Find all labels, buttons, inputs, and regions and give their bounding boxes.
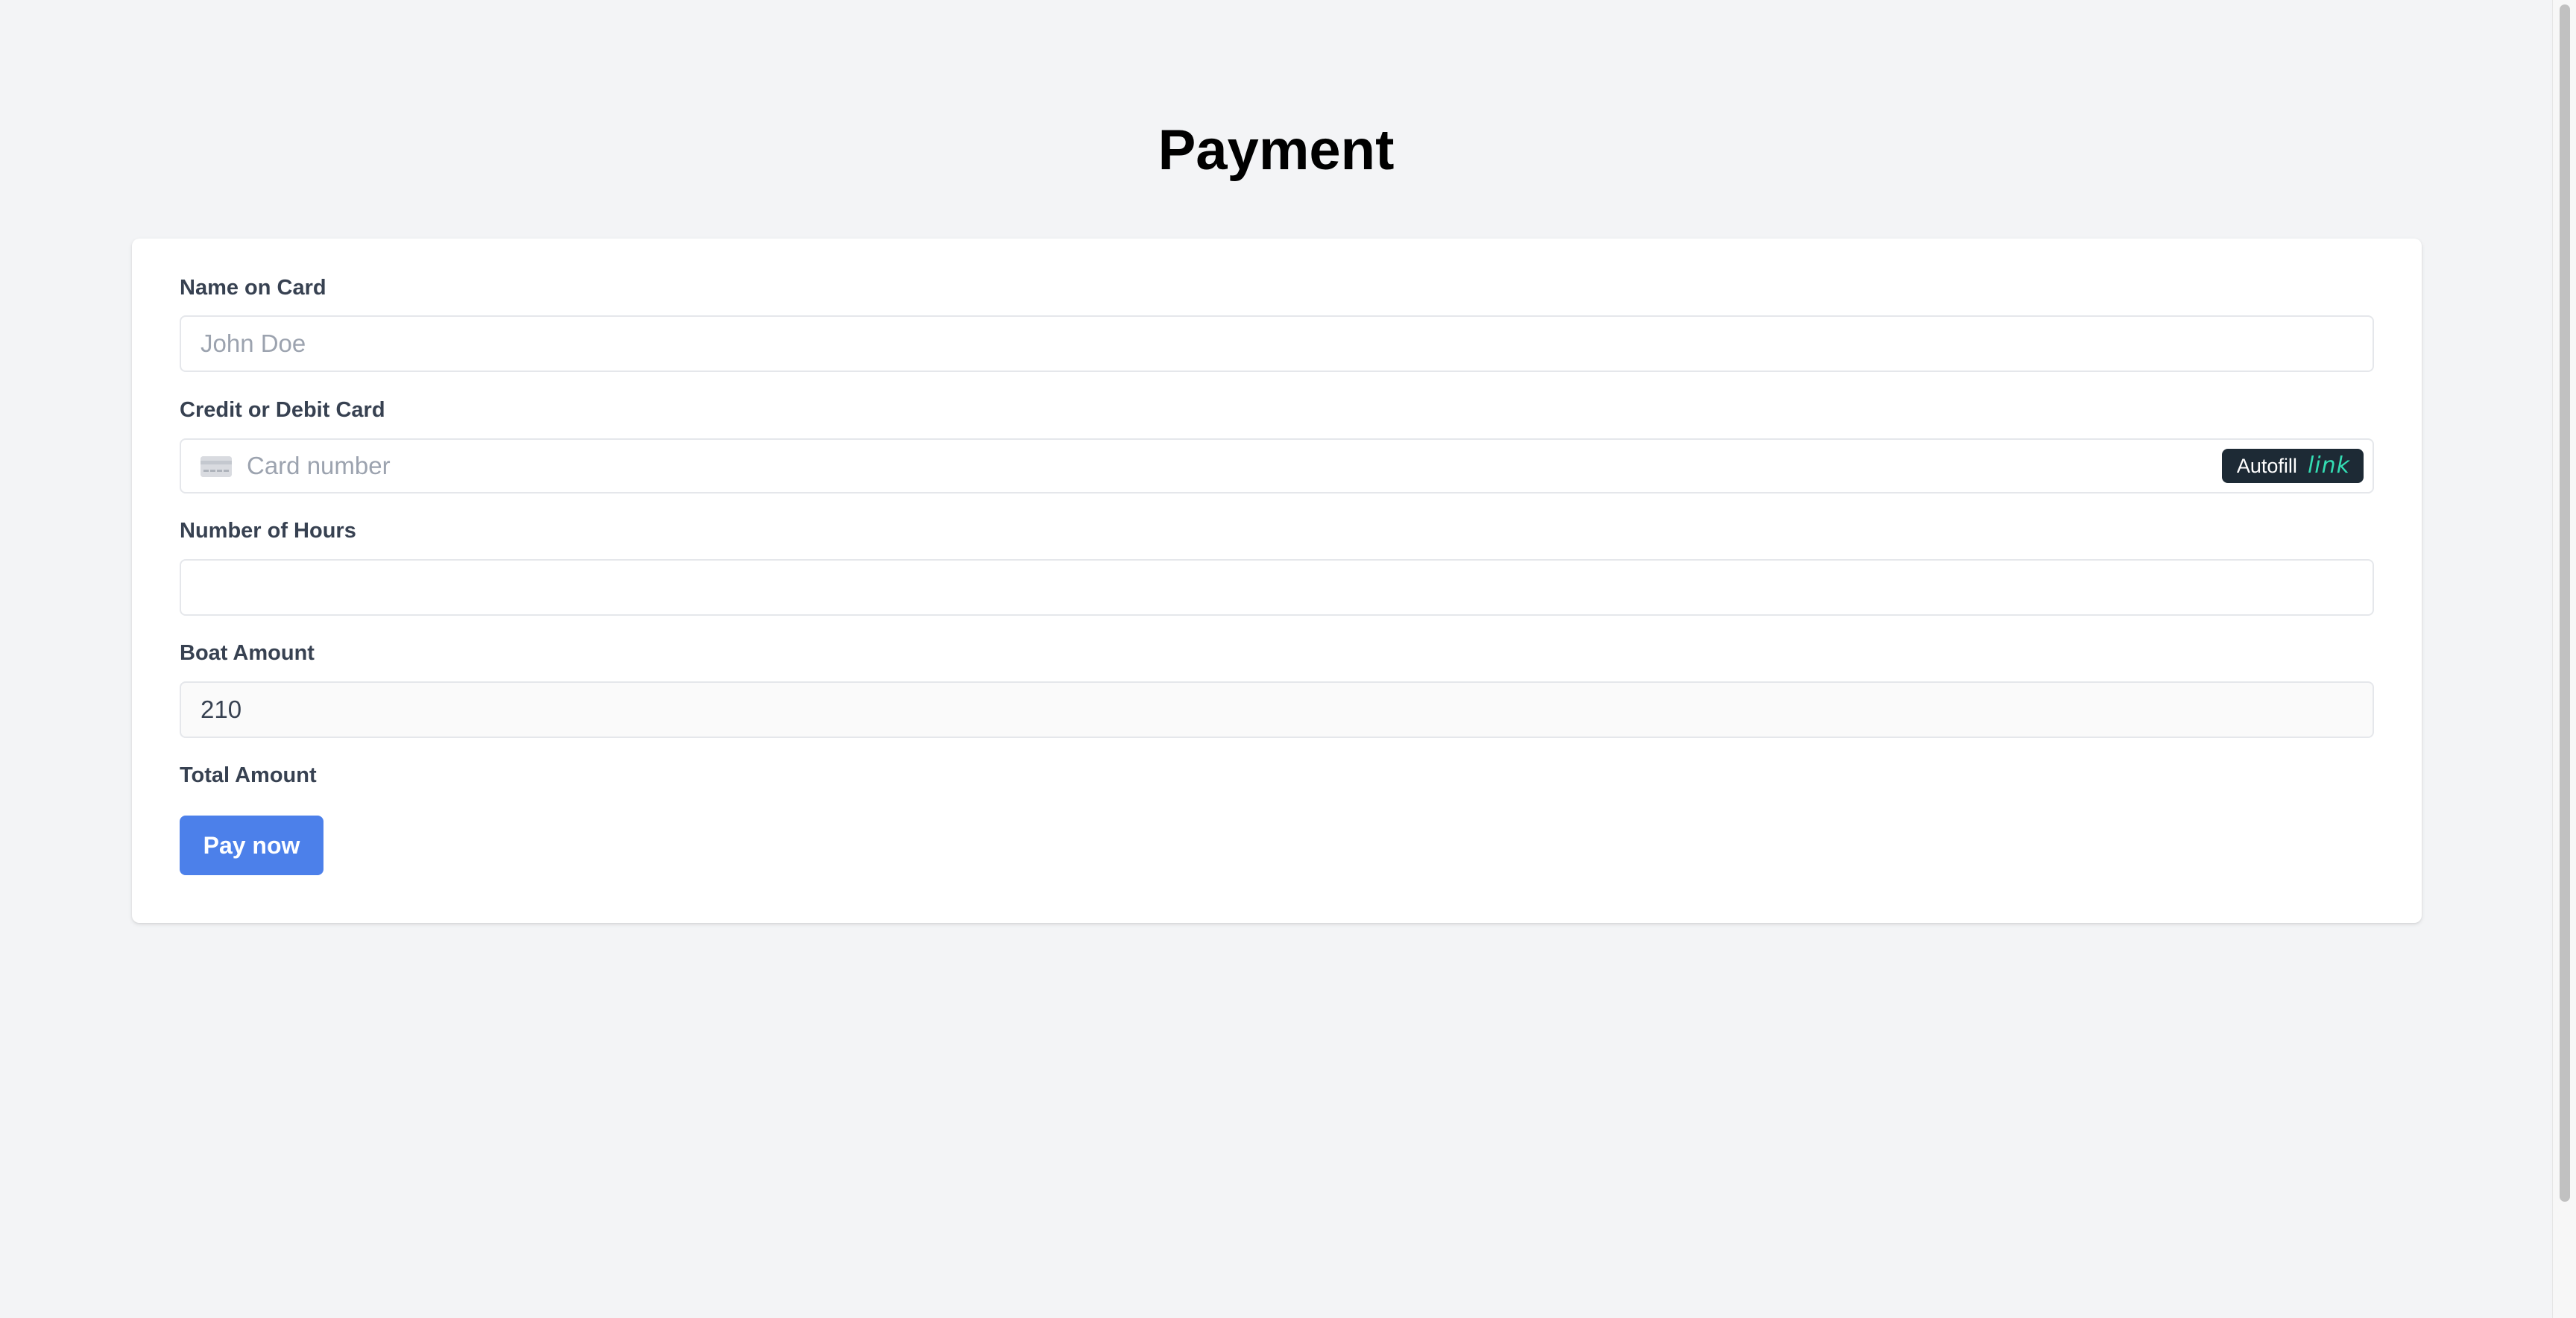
vertical-scrollbar[interactable] [2552,0,2576,1318]
boat-amount-input [180,681,2374,738]
card-label: Credit or Debit Card [180,398,385,422]
name-on-card-input[interactable] [180,315,2374,372]
autofill-link-button[interactable]: Autofill link [2221,449,2364,483]
pay-now-button[interactable]: Pay now [180,816,323,875]
total-amount-label: Total Amount [180,763,317,787]
credit-card-icon [201,456,232,477]
payment-form-card: Name on Card Credit or Debit Card Autofi… [132,239,2422,923]
card-number-input[interactable] [247,443,2110,489]
hours-label: Number of Hours [180,519,356,543]
card-number-field[interactable]: Autofill link [180,438,2374,494]
autofill-label: Autofill [2236,455,2297,477]
boat-amount-label: Boat Amount [180,641,315,665]
scrollbar-thumb[interactable] [2560,4,2570,1202]
link-logo: link [2307,453,2350,479]
page-title: Payment [1158,119,1395,182]
hours-input[interactable] [180,559,2374,616]
name-on-card-label: Name on Card [180,276,326,300]
